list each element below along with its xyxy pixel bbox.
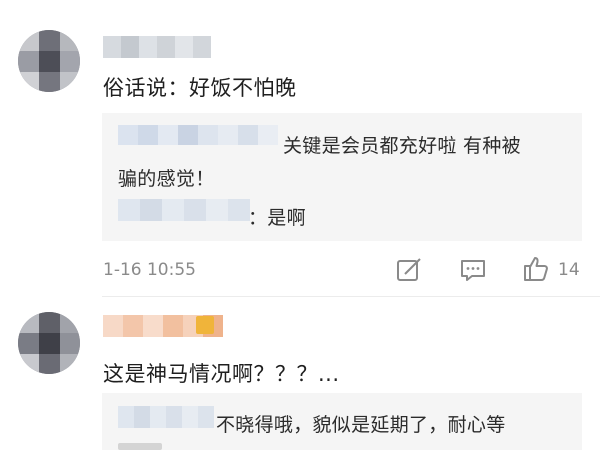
reply-text-cutoff <box>118 443 162 450</box>
edit-square-icon[interactable] <box>394 255 424 285</box>
username-blurred[interactable] <box>103 36 211 58</box>
reply-username-blurred[interactable] <box>118 406 214 428</box>
member-badge-icon <box>196 316 214 334</box>
reply-text: 不晓得哦，貌似是延期了，耐心等 <box>216 414 506 436</box>
reply-text: 骗的感觉！ <box>118 168 215 190</box>
avatar[interactable] <box>18 30 80 92</box>
reply-text: ：是啊 <box>248 207 306 229</box>
reply-username-blurred[interactable] <box>118 199 250 221</box>
avatar[interactable] <box>18 312 80 374</box>
comment-timestamp: 1-16 10:55 <box>103 260 196 280</box>
thumbs-up-icon[interactable] <box>521 254 551 284</box>
divider <box>102 296 600 297</box>
comment-text: 俗话说：好饭不怕晚 <box>103 76 297 100</box>
like-count: 14 <box>558 260 580 280</box>
comment-icon[interactable] <box>458 255 488 285</box>
reply-text: 关键是会员都充好啦 有种被 <box>283 135 521 157</box>
top-strip <box>0 0 600 18</box>
comment-text: 这是神马情况啊？？？... <box>103 362 340 386</box>
reply-username-blurred[interactable] <box>118 125 278 145</box>
